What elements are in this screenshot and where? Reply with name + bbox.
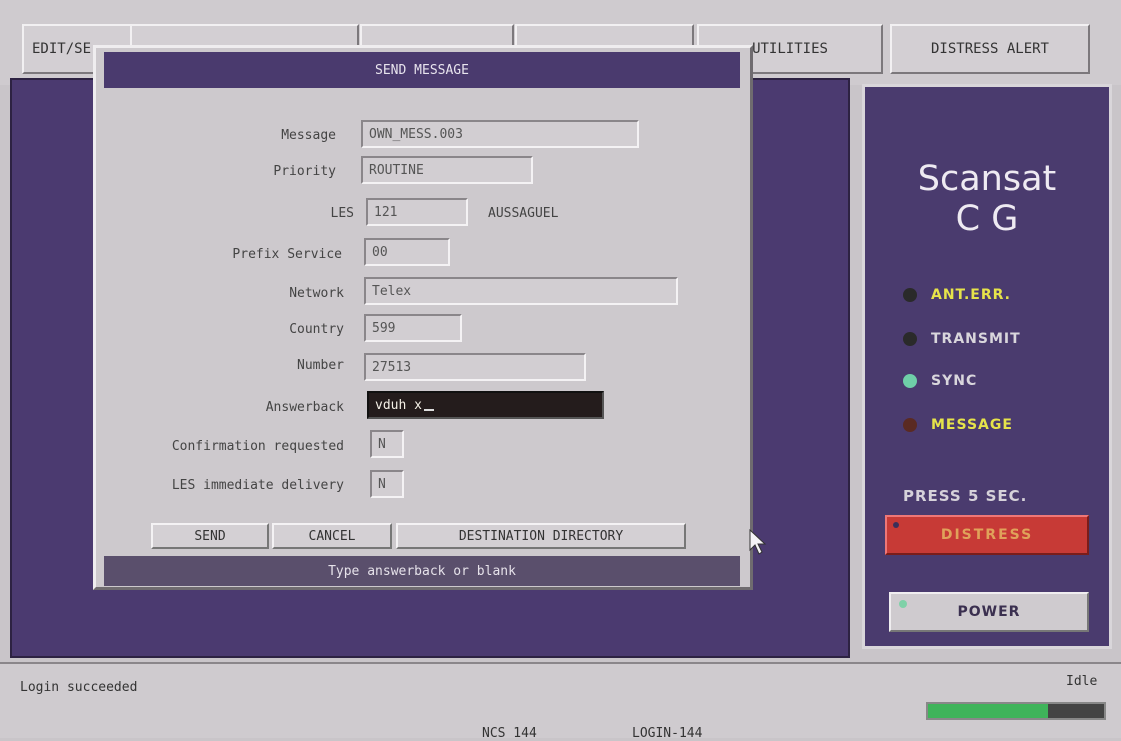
send-message-dialog: SEND MESSAGE Message OWN_MESS.003 Priori… (93, 45, 753, 590)
led-icon (903, 332, 917, 346)
priority-label: Priority (273, 164, 336, 179)
les-station-name: AUSSAGUEL (488, 206, 559, 221)
destination-directory-button[interactable]: DESTINATION DIRECTORY (396, 523, 686, 549)
confirmation-label: Confirmation requested (171, 439, 344, 454)
indicator-transmit: TRANSMIT (903, 331, 1021, 347)
status-state: Idle (1066, 674, 1098, 689)
indicator-message: MESSAGE (903, 417, 1013, 433)
power-button[interactable]: POWER (889, 592, 1089, 632)
prefix-service-field[interactable]: 00 (364, 238, 450, 266)
prefix-service-label: Prefix Service (232, 247, 342, 262)
power-button-label: POWER (957, 604, 1021, 620)
status-message: Login succeeded (20, 680, 138, 695)
pointer-icon (749, 528, 767, 555)
status-bar: Login succeeded Idle NCS 144 LOGIN-144 (0, 662, 1121, 741)
send-button[interactable]: SEND (151, 523, 269, 549)
indicator-label: MESSAGE (931, 417, 1013, 433)
cancel-button[interactable]: CANCEL (272, 523, 392, 549)
distress-led-icon (893, 522, 899, 528)
distress-button-label: DISTRESS (940, 527, 1034, 543)
answerback-value: vduh x (375, 397, 422, 413)
indicator-label: SYNC (931, 373, 978, 389)
country-label: Country (289, 322, 344, 337)
les-field[interactable]: 121 (366, 198, 468, 226)
indicator-label: TRANSMIT (931, 331, 1021, 347)
led-icon (903, 418, 917, 432)
confirmation-field[interactable]: N (370, 430, 404, 458)
indicator-label: ANT.ERR. (931, 287, 1011, 303)
answerback-label: Answerback (265, 400, 344, 415)
message-field[interactable]: OWN_MESS.003 (361, 120, 639, 148)
brand-model: C G (955, 199, 1019, 239)
indicator-ant-err: ANT.ERR. (903, 287, 1011, 303)
brand-name: Scansat (917, 159, 1057, 199)
les-label: LES (330, 206, 354, 221)
dialog-hint: Type answerback or blank (104, 556, 740, 586)
progress-fill (928, 704, 1048, 718)
number-label: Number (297, 358, 344, 373)
message-label: Message (281, 128, 336, 143)
ncs-indicator: NCS 144 (482, 726, 537, 741)
priority-field[interactable]: ROUTINE (361, 156, 533, 184)
signal-progress-bar (926, 702, 1106, 720)
immediate-delivery-field[interactable]: N (370, 470, 404, 498)
indicator-sync: SYNC (903, 373, 977, 389)
network-field[interactable]: Telex (364, 277, 678, 305)
power-led-icon (899, 600, 907, 608)
text-cursor-icon (423, 409, 434, 411)
immediate-delivery-label: LES immediate delivery (171, 478, 344, 493)
answerback-field[interactable]: vduh x (367, 391, 604, 419)
distress-button[interactable]: DISTRESS (885, 515, 1089, 555)
menu-distress-alert-button[interactable]: DISTRESS ALERT (890, 24, 1090, 74)
led-icon (903, 288, 917, 302)
network-label: Network (289, 286, 344, 301)
login-indicator: LOGIN-144 (632, 726, 703, 741)
led-icon (903, 374, 917, 388)
number-field[interactable]: 27513 (364, 353, 586, 381)
device-panel: Scansat C G ANT.ERR. TRANSMIT SYNC MESSA… (862, 84, 1112, 649)
press-instruction: PRESS 5 SEC. (903, 487, 1028, 505)
country-field[interactable]: 599 (364, 314, 462, 342)
dialog-title: SEND MESSAGE (104, 52, 740, 88)
